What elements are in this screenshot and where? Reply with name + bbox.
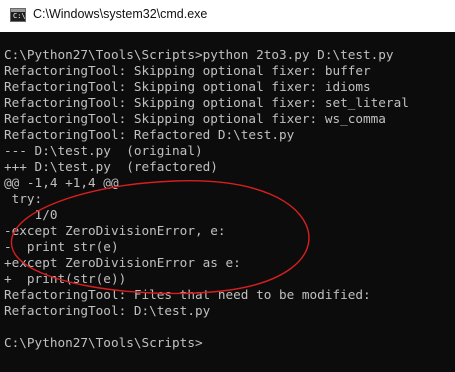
console-line: C:\Python27\Tools\Scripts> — [4, 335, 203, 350]
console-line: C:\Python27\Tools\Scripts>python 2to3.py… — [4, 47, 394, 62]
cmd-icon-glyph: C:\ — [13, 12, 26, 20]
console-line: RefactoringTool: D:\test.py — [4, 303, 211, 318]
title-bar[interactable]: C:\ C:\Windows\system32\cmd.exe — [0, 0, 455, 32]
console-line: @@ -1,4 +1,4 @@ — [4, 175, 119, 190]
console-line: 1/0 — [4, 207, 58, 222]
console-line: + print(str(e)) — [4, 271, 127, 286]
console-line: RefactoringTool: Skipping optional fixer… — [4, 63, 371, 78]
console-line: - print str(e) — [4, 239, 119, 254]
console-line: RefactoringTool: Skipping optional fixer… — [4, 79, 371, 94]
cmd-window: C:\ C:\Windows\system32\cmd.exe C:\Pytho… — [0, 0, 455, 372]
console-line: +++ D:\test.py (refactored) — [4, 159, 218, 174]
console-line: RefactoringTool: Files that need to be m… — [4, 287, 371, 302]
cmd-icon[interactable]: C:\ — [10, 8, 26, 22]
window-title: C:\Windows\system32\cmd.exe — [33, 7, 208, 21]
console-line: RefactoringTool: Skipping optional fixer… — [4, 95, 409, 110]
console-line: --- D:\test.py (original) — [4, 143, 203, 158]
console-line: -except ZeroDivisionError, e: — [4, 223, 226, 238]
console-line: try: — [4, 191, 43, 206]
console-line: +except ZeroDivisionError as e: — [4, 255, 241, 270]
console-line: RefactoringTool: Refactored D:\test.py — [4, 127, 295, 142]
console-line: RefactoringTool: Skipping optional fixer… — [4, 111, 386, 126]
console-output[interactable]: C:\Python27\Tools\Scripts>python 2to3.py… — [0, 32, 455, 372]
